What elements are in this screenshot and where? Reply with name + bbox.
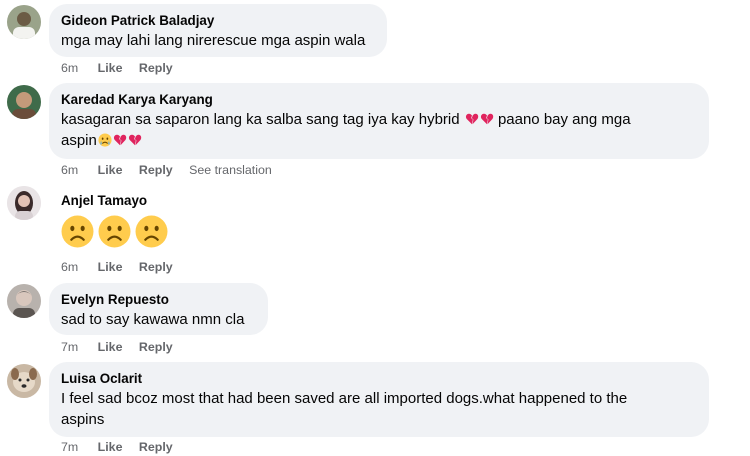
comment-text-line: kasagaran sa saparon lang ka salba sang … bbox=[61, 111, 460, 128]
comment-actions: 7m Like Reply bbox=[61, 339, 186, 355]
comment-author[interactable]: Gideon Patrick Baladjay bbox=[61, 12, 375, 29]
avatar[interactable] bbox=[7, 5, 41, 39]
avatar[interactable] bbox=[7, 284, 41, 318]
comment-timestamp[interactable]: 7m bbox=[61, 440, 78, 454]
broken-heart-icon bbox=[480, 113, 493, 125]
comment-author[interactable]: Luisa Oclarit bbox=[61, 370, 697, 387]
like-button[interactable]: Like bbox=[98, 163, 123, 177]
comment-text: I feel sad bcoz most that had been saved… bbox=[61, 388, 697, 430]
comment-text-line: I feel sad bcoz most that had been saved… bbox=[61, 390, 628, 407]
sad-face-icon bbox=[135, 215, 168, 248]
like-button[interactable]: Like bbox=[98, 260, 123, 274]
comment-timestamp[interactable]: 6m bbox=[61, 163, 78, 177]
sad-face-icon bbox=[98, 215, 131, 248]
comment-text: kasagaran sa saparon lang ka salba sang … bbox=[61, 109, 697, 151]
comment-author[interactable]: Anjel Tamayo bbox=[61, 192, 169, 209]
comment-bubble: Gideon Patrick Baladjay mga may lahi lan… bbox=[49, 4, 387, 57]
comment-text: sad to say kawawa nmn cla bbox=[61, 311, 245, 328]
comment-text-line: aspins bbox=[61, 411, 105, 428]
comment-timestamp[interactable]: 7m bbox=[61, 340, 78, 354]
comment-bubble: Anjel Tamayo bbox=[49, 184, 181, 258]
comment-author[interactable]: Karedad Karya Karyang bbox=[61, 91, 697, 108]
comment-actions: 6m Like Reply bbox=[61, 60, 186, 76]
broken-heart-icon bbox=[113, 134, 127, 146]
avatar[interactable] bbox=[7, 85, 41, 119]
broken-heart-icon bbox=[128, 134, 142, 146]
reply-button[interactable]: Reply bbox=[139, 163, 173, 177]
like-button[interactable]: Like bbox=[98, 340, 123, 354]
comment-timestamp[interactable]: 6m bbox=[61, 260, 78, 274]
like-button[interactable]: Like bbox=[98, 61, 123, 75]
broken-heart-icon bbox=[465, 113, 478, 125]
comment-bubble: Karedad Karya Karyang kasagaran sa sapar… bbox=[49, 83, 709, 159]
comment-actions: 7m Like Reply bbox=[61, 439, 186, 455]
comment-text-line: paano bay ang mga bbox=[497, 111, 631, 128]
comment-author[interactable]: Evelyn Repuesto bbox=[61, 291, 256, 308]
comment-text: mga may lahi lang nirerescue mga aspin w… bbox=[61, 32, 366, 49]
reply-button[interactable]: Reply bbox=[139, 61, 173, 75]
comment-actions: 6m Like Reply See translation bbox=[61, 162, 285, 178]
reply-button[interactable]: Reply bbox=[139, 260, 173, 274]
see-translation-link[interactable]: See translation bbox=[189, 163, 272, 177]
comment-actions: 6m Like Reply bbox=[61, 259, 186, 275]
sad-face-icon bbox=[61, 215, 94, 248]
avatar[interactable] bbox=[7, 364, 41, 398]
comment-timestamp[interactable]: 6m bbox=[61, 61, 78, 75]
reply-button[interactable]: Reply bbox=[139, 340, 173, 354]
reply-button[interactable]: Reply bbox=[139, 440, 173, 454]
crying-face-icon bbox=[98, 133, 112, 147]
comment-text-line: aspin bbox=[61, 132, 97, 149]
like-button[interactable]: Like bbox=[98, 440, 123, 454]
avatar[interactable] bbox=[7, 186, 41, 220]
comment-bubble: Luisa Oclarit I feel sad bcoz most that … bbox=[49, 362, 709, 437]
comment-bubble: Evelyn Repuesto sad to say kawawa nmn cl… bbox=[49, 283, 268, 335]
emoji-row bbox=[61, 215, 169, 251]
